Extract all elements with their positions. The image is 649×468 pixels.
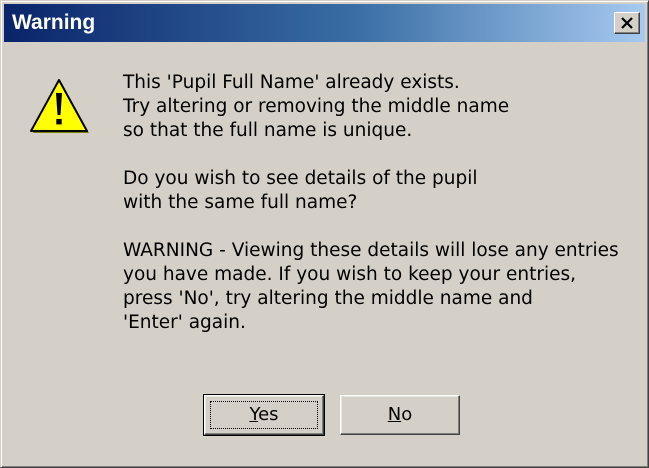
close-button[interactable] [614,12,640,34]
warning-triangle-icon [30,79,89,133]
no-button[interactable]: No [340,395,460,435]
no-accelerator: N [387,404,402,425]
message-text: This 'Pupil Full Name' already exists. T… [123,71,643,335]
close-x-icon [621,17,633,29]
message-paragraph-1: This 'Pupil Full Name' already exists. T… [123,72,510,141]
warning-dialog: Warning This 'Pupil Full Name' already e… [0,0,649,468]
window-title: Warning [12,11,96,34]
yes-button[interactable]: Yes [203,394,325,436]
no-label-rest: o [401,404,413,425]
title-bar[interactable]: Warning [4,4,645,42]
message-paragraph-2: Do you wish to see details of the pupil … [123,168,478,213]
message-paragraph-3: WARNING - Viewing these details will los… [123,240,619,333]
focus-ring [210,401,318,429]
